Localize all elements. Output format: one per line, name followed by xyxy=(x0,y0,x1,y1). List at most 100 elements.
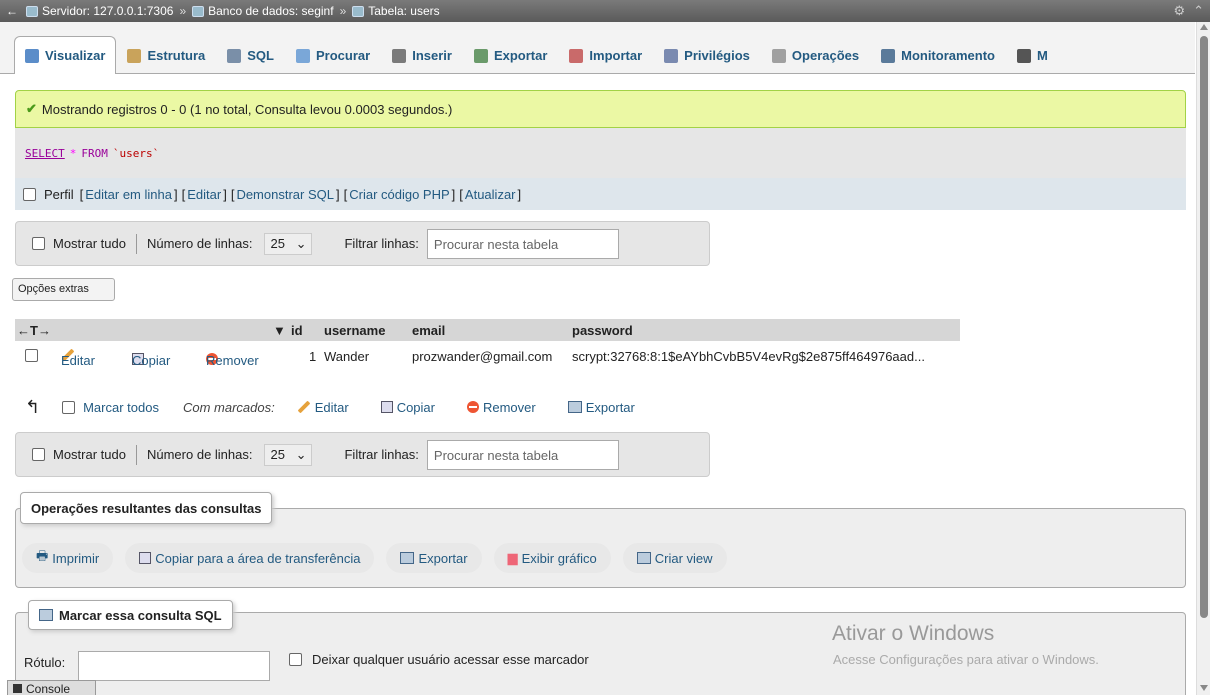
row-checkbox[interactable] xyxy=(25,349,38,362)
select-all-label[interactable]: Marcar todos xyxy=(83,400,159,415)
column-email[interactable]: email xyxy=(412,323,445,338)
column-password[interactable]: password xyxy=(572,323,633,338)
gear-icon[interactable]: ⚙ xyxy=(1173,3,1185,19)
insert-icon xyxy=(392,48,407,63)
create-view-button[interactable]: Criar view xyxy=(622,543,727,573)
column-username[interactable]: username xyxy=(324,323,385,338)
bulk-copy-button[interactable]: Copiar xyxy=(380,400,435,415)
import-icon xyxy=(569,48,584,63)
table-header: ←T→ ▼ id username email password xyxy=(15,319,960,341)
scrollbar[interactable] xyxy=(1196,22,1210,695)
share-bookmark: Deixar qualquer usuário acessar esse mar… xyxy=(289,652,589,667)
filter-label: Filtrar linhas: xyxy=(344,236,419,251)
tool-link-0[interactable]: Editar em linha xyxy=(85,187,172,202)
view-icon xyxy=(636,552,651,564)
tool-link-3[interactable]: Criar código PHP xyxy=(349,187,449,202)
export-icon xyxy=(400,552,415,564)
tab-operacoes[interactable]: Operações xyxy=(761,36,870,74)
tab-procurar[interactable]: Procurar xyxy=(285,36,381,74)
rows-label: Número de linhas: xyxy=(146,447,253,462)
scroll-thumb[interactable] xyxy=(1200,36,1208,618)
bookmark-label-input[interactable] xyxy=(78,651,270,681)
tab-sql[interactable]: SQL xyxy=(216,36,285,74)
query-operations-buttons: 🖶 Imprimir Copiar para a área de transfer… xyxy=(22,543,727,573)
profile-label: Perfil xyxy=(44,186,74,202)
console-button[interactable]: Console xyxy=(7,680,96,695)
rows-select[interactable]: 25 ⌄ xyxy=(264,232,313,255)
copy-clipboard-button[interactable]: Copiar para a área de transferência xyxy=(125,543,375,573)
tab-exportar[interactable]: Exportar xyxy=(463,36,558,74)
scroll-up-icon[interactable] xyxy=(1200,24,1208,30)
windows-watermark-title: Ativar o Windows xyxy=(832,622,995,645)
filter-panel-top: Mostrar tudo Número de linhas: 25 ⌄ Filtr… xyxy=(15,221,710,266)
print-button[interactable]: 🖶 Imprimir xyxy=(22,543,114,573)
bulk-actions: ↰ Marcar todos Com marcados: Editar Copi… xyxy=(25,395,635,419)
collapse-up-icon[interactable]: ⌃ xyxy=(1193,3,1204,19)
share-checkbox[interactable] xyxy=(289,653,302,666)
tab-inserir[interactable]: Inserir xyxy=(381,36,463,74)
tool-link-2[interactable]: Demonstrar SQL xyxy=(236,187,334,202)
breadcrumb-server[interactable]: Servidor: 127.0.0.1:7306 xyxy=(26,4,173,18)
bulk-remove-button[interactable]: Remover xyxy=(466,400,536,415)
show-all-checkbox[interactable] xyxy=(32,237,45,250)
sql-keyword-select[interactable]: SELECT xyxy=(25,147,65,160)
structure-icon xyxy=(127,48,142,63)
tab-monitoramento[interactable]: Monitoramento xyxy=(870,36,1006,74)
divider xyxy=(135,233,137,254)
filter-input[interactable]: Procurar nesta tabela xyxy=(426,439,619,470)
column-id[interactable]: id xyxy=(291,323,303,338)
tab-m[interactable]: M xyxy=(1006,36,1059,74)
export-icon xyxy=(567,401,582,413)
query-operations-title: Operações resultantes das consultas xyxy=(20,492,273,524)
database-icon xyxy=(192,5,205,17)
tab-visualizar[interactable]: Visualizar xyxy=(14,36,117,74)
filter-input[interactable]: Procurar nesta tabela xyxy=(426,228,619,259)
tool-link-4[interactable]: Atualizar xyxy=(465,187,516,202)
cell-username[interactable]: Wander xyxy=(324,349,369,364)
tab-estrutura[interactable]: Estrutura xyxy=(116,36,216,74)
printer-icon: 🖶 xyxy=(36,548,49,563)
arrow-up-left-icon: ↰ xyxy=(25,396,41,417)
bulk-export-button[interactable]: Exportar xyxy=(567,400,635,415)
profile-checkbox[interactable] xyxy=(23,187,36,201)
rows-label: Número de linhas: xyxy=(146,236,253,251)
privileges-icon xyxy=(664,48,679,63)
chevron-down-icon: ⌄ xyxy=(295,446,307,462)
browse-icon xyxy=(25,48,39,63)
export-button[interactable]: Exportar xyxy=(386,543,482,573)
tab-privilegios[interactable]: Privilégios xyxy=(653,36,761,74)
table-icon xyxy=(352,5,365,17)
sort-icon[interactable]: ▼ xyxy=(273,323,286,338)
cell-id[interactable]: 1 xyxy=(309,349,316,364)
cell-email[interactable]: prozwander@gmail.com xyxy=(412,349,552,364)
bulk-edit-button[interactable]: Editar xyxy=(297,400,349,415)
divider xyxy=(135,444,137,465)
with-selected-label: Com marcados: xyxy=(182,399,275,415)
bookmark-icon xyxy=(39,609,53,621)
tab-importar[interactable]: Importar xyxy=(558,36,653,74)
cell-password[interactable]: scrypt:32768:8:1$eAYbhCvbB5V4evRg$2e875f… xyxy=(572,349,925,364)
tool-link-1[interactable]: Editar xyxy=(187,187,221,202)
filter-panel-bottom: Mostrar tudo Número de linhas: 25 ⌄ Filtr… xyxy=(15,432,710,477)
table-row: Editar Copiar Remover 1 Wander prozwande… xyxy=(15,345,960,369)
collapse-icon[interactable]: ← xyxy=(6,4,18,18)
show-all-checkbox[interactable] xyxy=(32,448,45,461)
filter-label: Filtrar linhas: xyxy=(344,447,419,462)
rows-select[interactable]: 25 ⌄ xyxy=(264,443,313,466)
scroll-down-icon[interactable] xyxy=(1200,685,1208,691)
select-all-checkbox[interactable] xyxy=(62,400,76,414)
bookmark-title: Marcar essa consulta SQL xyxy=(28,600,233,630)
column-toggle-arrows[interactable]: ←T→ xyxy=(17,323,51,338)
sql-query: SELECT * FROM `users` xyxy=(15,128,1186,178)
breadcrumb-database[interactable]: Banco de dados: seginf xyxy=(192,4,334,18)
show-all-label: Mostrar tudo xyxy=(53,447,126,462)
chart-button[interactable]: ▆ Exibir gráfico xyxy=(493,543,611,573)
sql-table-name: `users` xyxy=(112,146,160,160)
sql-icon xyxy=(227,48,242,63)
console-icon xyxy=(13,684,22,693)
extra-options-button[interactable]: Opções extras xyxy=(12,278,115,301)
tracking-icon xyxy=(881,48,896,63)
export-icon xyxy=(473,48,488,63)
breadcrumb-table[interactable]: Tabela: users xyxy=(352,4,440,18)
checkmark-icon: ✔ xyxy=(26,101,37,116)
